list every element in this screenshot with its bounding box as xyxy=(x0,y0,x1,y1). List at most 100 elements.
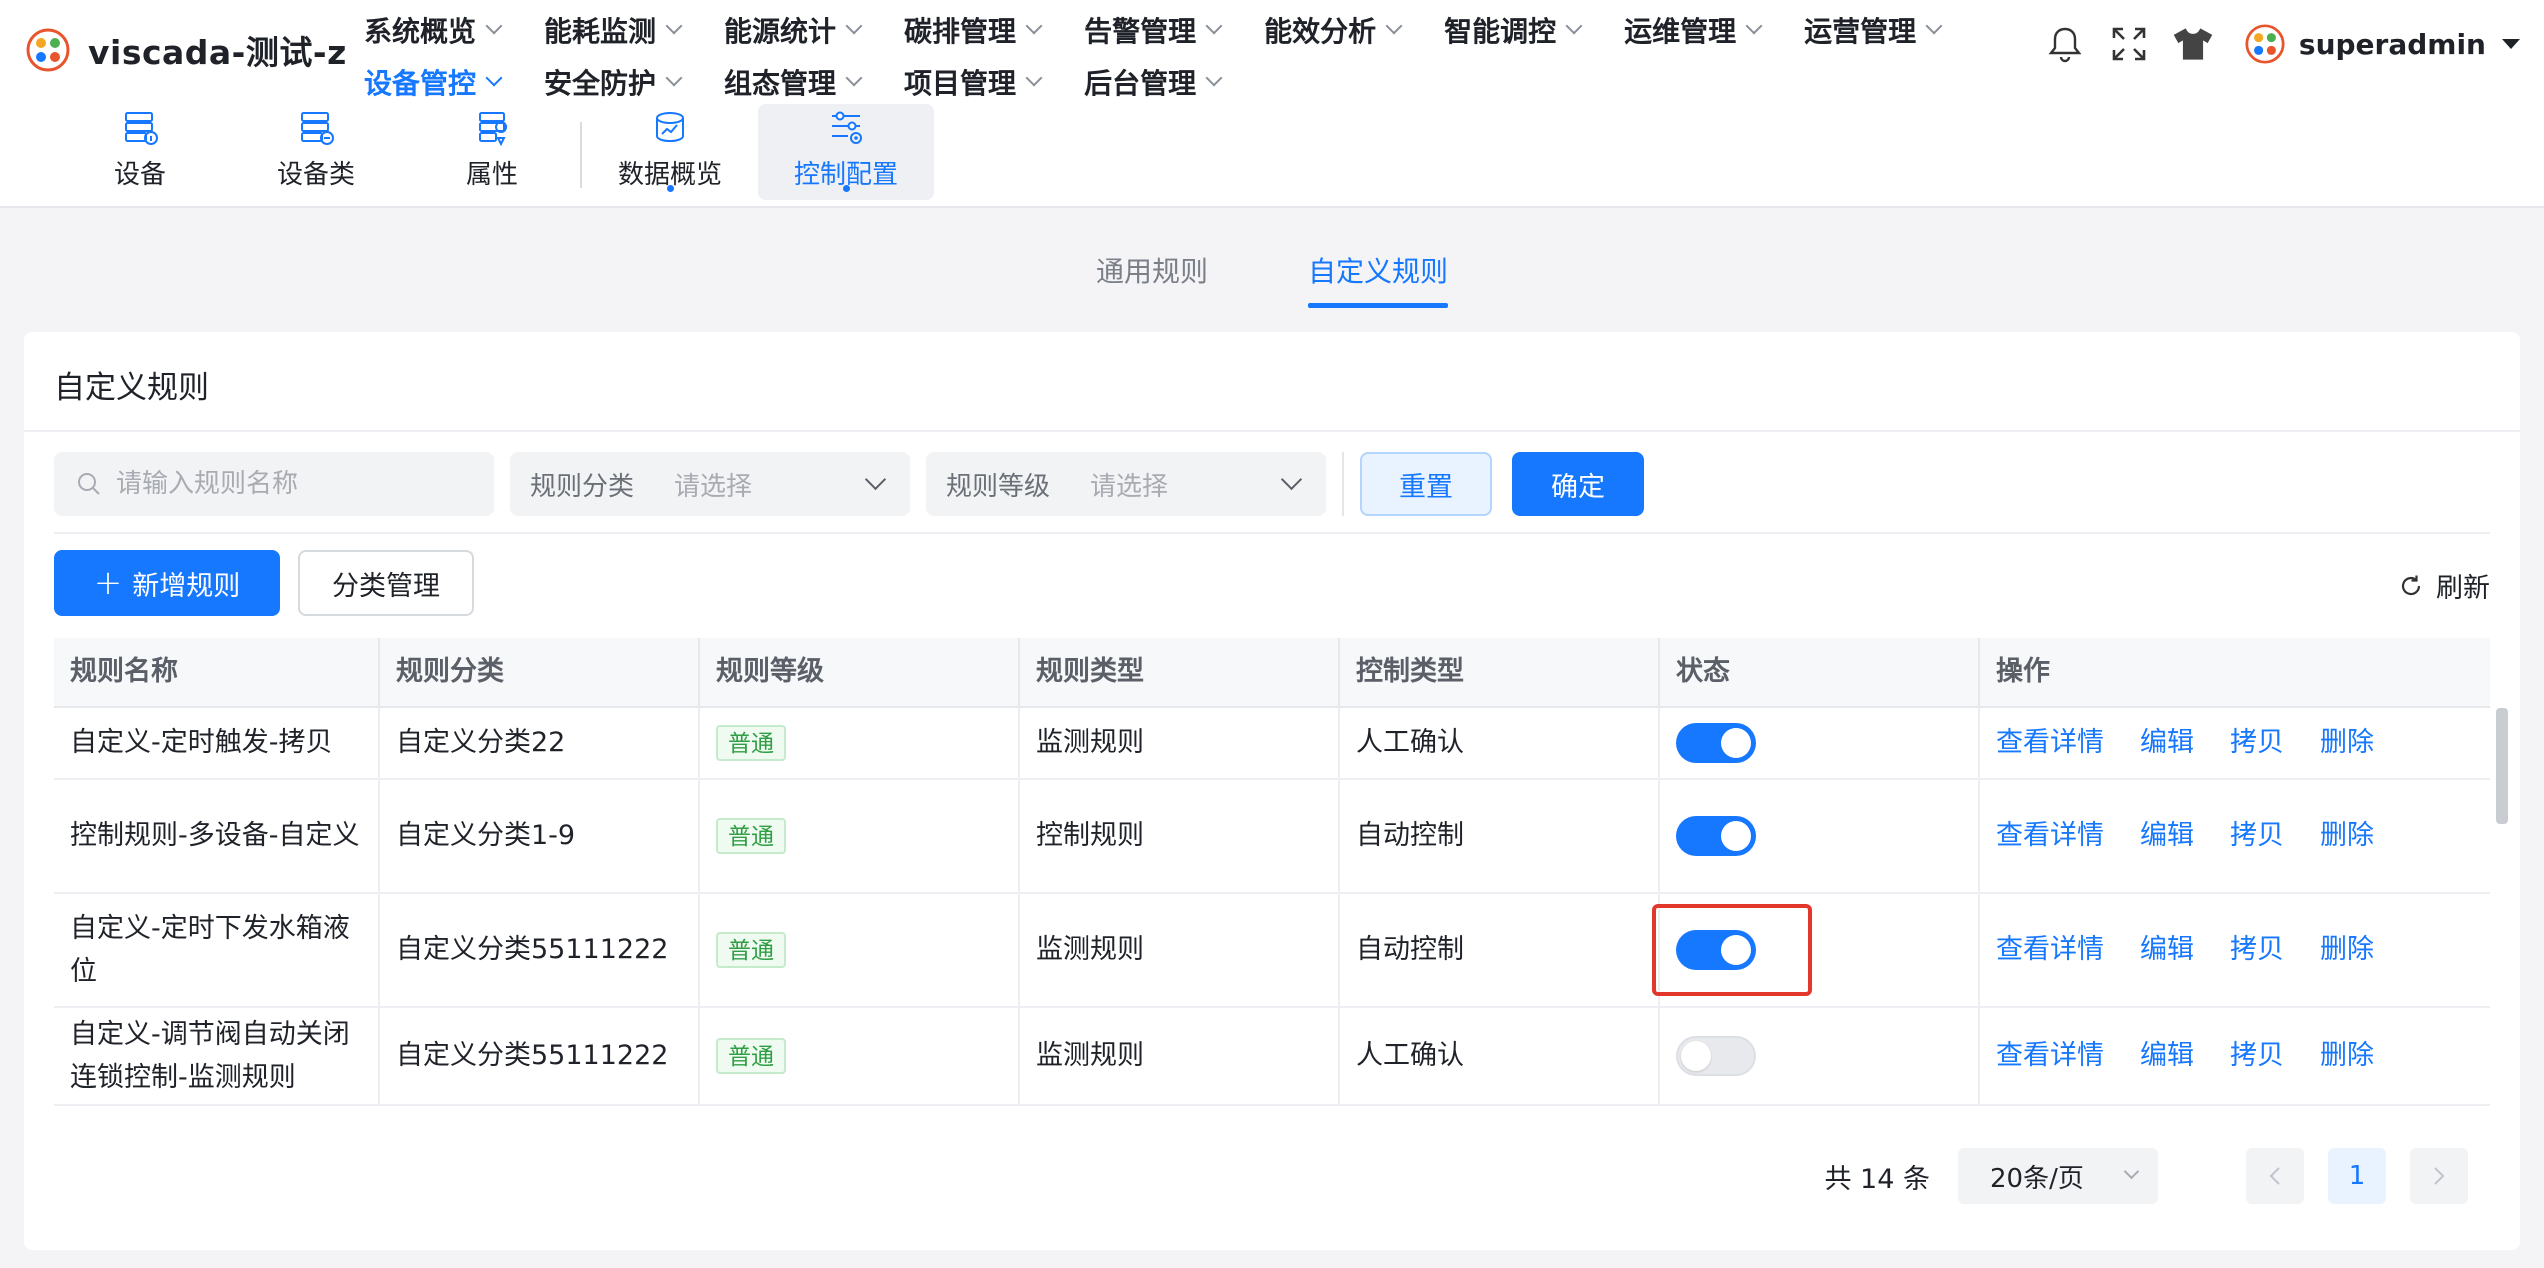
status-cell xyxy=(1660,708,1980,778)
status-toggle[interactable] xyxy=(1676,930,1756,970)
nav-item-maintenance[interactable]: 运维管理 xyxy=(1624,10,1762,50)
column-header[interactable]: 规则分类 xyxy=(380,638,700,706)
refresh-icon xyxy=(2401,575,2421,595)
column-header[interactable]: 状态 xyxy=(1660,638,1980,706)
refresh-button[interactable]: 刷新 xyxy=(2398,566,2490,605)
category-manage-button[interactable]: 分类管理 xyxy=(298,550,474,616)
tab-custom-rules[interactable]: 自定义规则 xyxy=(1308,250,1449,308)
level-select[interactable]: 规则等级 请选择 xyxy=(926,452,1326,516)
add-rule-button[interactable]: + 新增规则 xyxy=(54,550,280,616)
view-details-link[interactable]: 查看详情 xyxy=(1996,928,2104,971)
nav-label: 系统概览 xyxy=(364,15,477,48)
page-size-value: 20条/页 xyxy=(1990,1163,2084,1194)
nav-item-smart-control[interactable]: 智能调控 xyxy=(1444,10,1582,50)
rule-category-cell: 自定义分类1-9 xyxy=(380,780,700,892)
delete-link[interactable]: 删除 xyxy=(2320,1034,2374,1077)
status-cell xyxy=(1660,780,1980,892)
chevron-right-icon xyxy=(2434,1167,2445,1185)
copy-link[interactable]: 拷贝 xyxy=(2230,721,2284,764)
chevron-down-icon xyxy=(666,18,682,34)
rule-category-cell: 自定义分类55111222 xyxy=(380,1008,700,1104)
status-toggle[interactable] xyxy=(1676,1036,1756,1076)
avatar[interactable] xyxy=(2243,22,2287,66)
chevron-down-icon xyxy=(1926,18,1942,34)
subnav-item-control-config[interactable]: 控制配置 xyxy=(758,104,934,200)
nav-item-energy-stats[interactable]: 能源统计 xyxy=(724,10,862,50)
copy-link[interactable]: 拷贝 xyxy=(2230,1034,2284,1077)
subnav-item-device[interactable]: 设备 xyxy=(52,104,228,200)
chevron-down-icon xyxy=(1386,18,1402,34)
nav-item-carbon[interactable]: 碳排管理 xyxy=(904,10,1042,50)
bell-icon[interactable] xyxy=(2043,22,2087,66)
view-details-link[interactable]: 查看详情 xyxy=(1996,1034,2104,1077)
fullscreen-icon[interactable] xyxy=(2107,22,2151,66)
delete-link[interactable]: 删除 xyxy=(2320,814,2374,857)
search-input[interactable] xyxy=(116,469,476,499)
delete-link[interactable]: 删除 xyxy=(2320,928,2374,971)
view-details-link[interactable]: 查看详情 xyxy=(1996,814,2104,857)
category-select[interactable]: 规则分类 请选择 xyxy=(510,452,910,516)
chevron-down-icon xyxy=(1746,18,1762,34)
edit-link[interactable]: 编辑 xyxy=(2140,721,2194,764)
subnav-item-data-overview[interactable]: 数据概览 xyxy=(582,104,758,200)
control-config-icon xyxy=(832,111,862,144)
toggle-knob xyxy=(1721,821,1751,851)
reset-button[interactable]: 重置 xyxy=(1360,452,1492,516)
edit-link[interactable]: 编辑 xyxy=(2140,814,2194,857)
prev-page-button[interactable] xyxy=(2246,1148,2304,1204)
status-toggle[interactable] xyxy=(1676,723,1756,763)
copy-link[interactable]: 拷贝 xyxy=(2230,928,2284,971)
edit-link[interactable]: 编辑 xyxy=(2140,1034,2194,1077)
user-name[interactable]: superadmin xyxy=(2299,28,2486,61)
nav-item-backend[interactable]: 后台管理 xyxy=(1084,62,1222,102)
action-bar: + 新增规则 分类管理 刷新 xyxy=(54,550,2490,618)
nav-item-alarm[interactable]: 告警管理 xyxy=(1084,10,1222,50)
nav-item-efficiency[interactable]: 能效分析 xyxy=(1264,10,1402,50)
column-header[interactable]: 规则等级 xyxy=(700,638,1020,706)
chevron-down-icon xyxy=(1026,70,1042,86)
toggle-knob xyxy=(1721,935,1751,965)
theme-shirt-icon[interactable] xyxy=(2171,22,2215,66)
edit-link[interactable]: 编辑 xyxy=(2140,928,2194,971)
status-toggle[interactable] xyxy=(1676,816,1756,856)
add-rule-label: 新增规则 xyxy=(132,570,241,602)
tab-general-rules[interactable]: 通用规则 xyxy=(1096,250,1208,308)
operations-cell: 查看详情 编辑 拷贝 删除 xyxy=(1980,780,2460,892)
chevron-down-icon xyxy=(868,472,884,488)
nav-item-system-overview[interactable]: 系统概览 xyxy=(364,10,502,50)
rule-category-cell: 自定义分类55111222 xyxy=(380,894,700,1006)
column-header[interactable]: 规则类型 xyxy=(1020,638,1340,706)
chevron-down-icon xyxy=(2126,1166,2138,1178)
table-scrollbar[interactable] xyxy=(2496,708,2508,824)
nav-item-device-control[interactable]: 设备管控 xyxy=(364,62,502,102)
data-overview-icon xyxy=(656,112,684,143)
subnav-item-attribute[interactable]: 属性 xyxy=(404,104,580,200)
confirm-button[interactable]: 确定 xyxy=(1512,452,1644,516)
rule-type-cell: 监测规则 xyxy=(1020,1008,1340,1104)
page-size-select[interactable]: 20条/页 xyxy=(1958,1148,2158,1204)
chevron-down-icon xyxy=(1566,18,1582,34)
level-select-placeholder: 请选择 xyxy=(1090,471,1169,502)
copy-link[interactable]: 拷贝 xyxy=(2230,814,2284,857)
app-title: viscada-测试-z xyxy=(88,33,347,72)
nav-item-security[interactable]: 安全防护 xyxy=(544,62,682,102)
rule-type-cell: 监测规则 xyxy=(1020,894,1340,1006)
column-header[interactable]: 规则名称 xyxy=(54,638,380,706)
nav-item-operation[interactable]: 运营管理 xyxy=(1804,10,1942,50)
caret-down-icon[interactable] xyxy=(2502,39,2520,49)
rules-table: 规则名称 规则分类 规则等级 规则类型 控制类型 状态 操作 自定义-定时触发-… xyxy=(54,638,2490,1106)
column-header[interactable]: 控制类型 xyxy=(1340,638,1660,706)
nav-item-project[interactable]: 项目管理 xyxy=(904,62,1042,102)
rule-name-cell: 自定义-定时下发水箱液位 xyxy=(54,894,380,1006)
next-page-button[interactable] xyxy=(2410,1148,2468,1204)
attribute-icon xyxy=(479,112,508,146)
chevron-down-icon xyxy=(1206,18,1222,34)
delete-link[interactable]: 删除 xyxy=(2320,721,2374,764)
nav-item-configuration[interactable]: 组态管理 xyxy=(724,62,862,102)
logo-area[interactable]: viscada-测试-z xyxy=(26,26,347,74)
nav-item-energy-monitor[interactable]: 能耗监测 xyxy=(544,10,682,50)
subnav-item-device-class[interactable]: 设备类 xyxy=(228,104,404,200)
view-details-link[interactable]: 查看详情 xyxy=(1996,721,2104,764)
page-number-button[interactable]: 1 xyxy=(2328,1148,2386,1204)
column-header[interactable]: 操作 xyxy=(1980,638,2460,706)
